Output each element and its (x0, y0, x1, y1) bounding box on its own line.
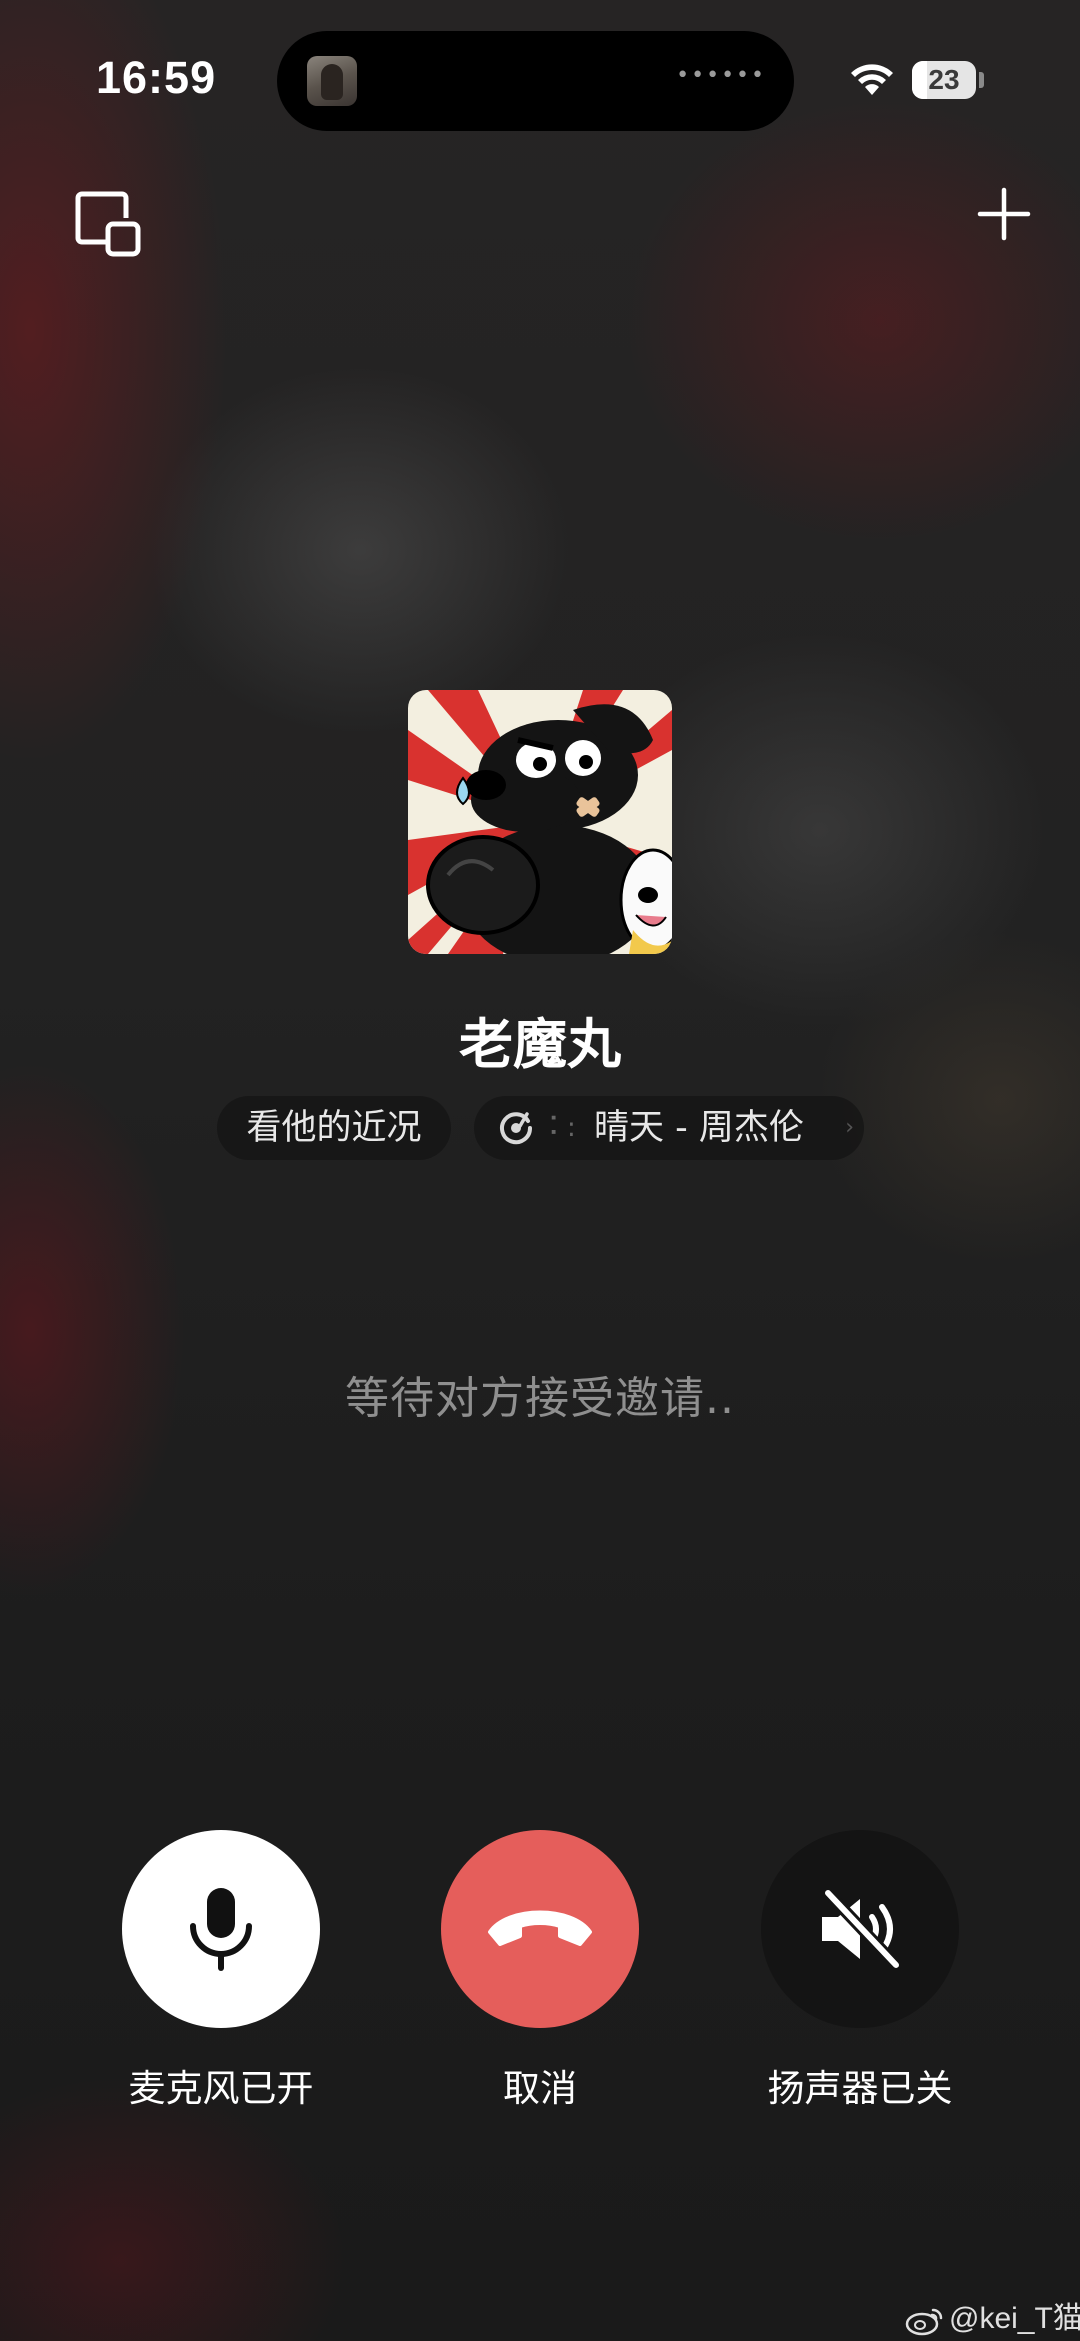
plus-icon (977, 187, 1031, 241)
audio-waveform-icon: •••••• (676, 63, 766, 88)
cancel-label: 取消 (503, 2067, 577, 2110)
watermark-text: @kei_T猫 (949, 2302, 1080, 2335)
contact-avatar[interactable] (408, 690, 672, 954)
contact-name: 老魔丸 (459, 1013, 621, 1076)
music-disc-icon (500, 1112, 533, 1145)
battery-level: 23 (928, 64, 960, 95)
view-moments-label: 看他的近况 (246, 1108, 422, 1148)
marquee-fade-end: › (845, 1115, 854, 1140)
wifi-icon (851, 64, 893, 95)
speaker-label: 扬声器已关 (767, 2067, 953, 2110)
music-status-button[interactable]: ⠅: 晴天 - 周杰伦 › (474, 1096, 864, 1160)
music-label: 晴天 - 周杰伦 (594, 1108, 804, 1148)
battery-cap (979, 72, 984, 88)
cancel-call-button[interactable] (441, 1830, 639, 2028)
window-minimize-icon (75, 191, 141, 257)
microphone-icon (190, 1888, 252, 1971)
watermark: @kei_T猫 (905, 2293, 1080, 2337)
dynamic-island[interactable]: •••••• (277, 31, 794, 131)
view-moments-button[interactable]: 看他的近况 (217, 1096, 451, 1160)
speaker-toggle-button[interactable] (761, 1830, 959, 2028)
cartoon-dog-avatar-image (408, 690, 672, 954)
microphone-toggle-button[interactable] (122, 1830, 320, 2028)
weibo-logo-icon (905, 2308, 943, 2336)
marquee-fade: ⠅: (548, 1113, 576, 1143)
microphone-label: 麦克风已开 (128, 2067, 314, 2110)
now-playing-thumbnail (307, 56, 357, 106)
battery-indicator: 23 (912, 61, 976, 99)
speaker-muted-icon (822, 1887, 902, 1971)
status-time: 16:59 (96, 52, 217, 103)
call-status-text: 等待对方接受邀请.. (345, 1373, 735, 1424)
hang-up-icon (488, 1910, 592, 1946)
minimize-call-button[interactable] (72, 188, 148, 264)
add-participant-button[interactable] (972, 182, 1036, 246)
